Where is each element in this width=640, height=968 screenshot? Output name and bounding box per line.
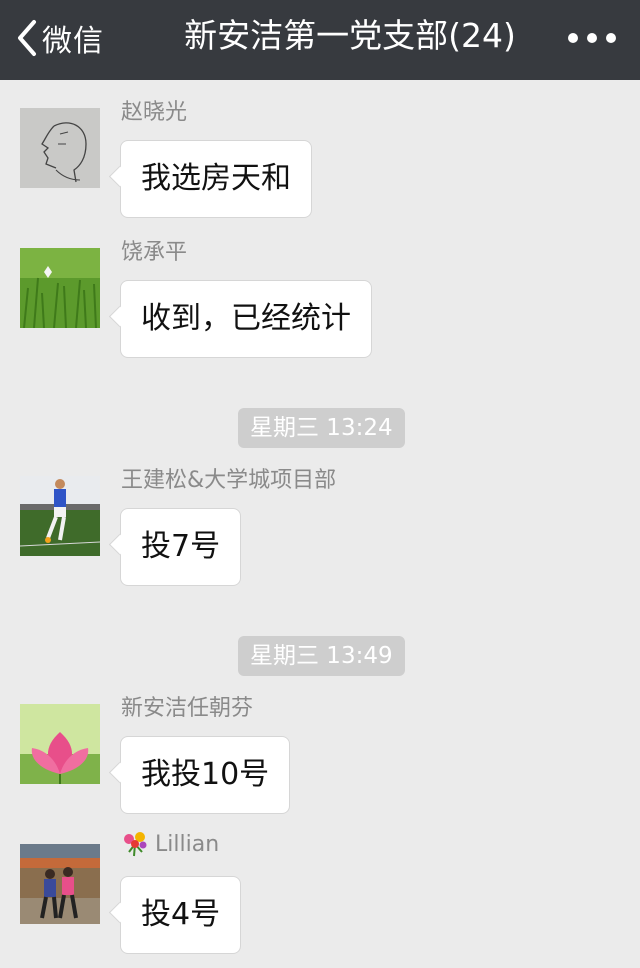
back-label: 微信: [42, 24, 104, 59]
sender-name-text: 王建松&大学城项目部: [121, 468, 337, 493]
avatar[interactable]: [20, 476, 100, 556]
sender-name: 王建松&大学城项目部: [121, 462, 336, 494]
back-button[interactable]: 微信: [14, 16, 104, 60]
avatar[interactable]: [20, 248, 100, 328]
more-dots-icon: [606, 33, 616, 43]
avatar[interactable]: [20, 108, 100, 188]
message-bubble[interactable]: 我选房天和: [120, 140, 312, 218]
avatar[interactable]: [20, 844, 100, 924]
sender-name-text: 新安洁任朝芬: [121, 696, 254, 721]
chevron-left-icon: [18, 20, 36, 56]
nav-bar: 微信 新安洁第一党支部(24): [0, 0, 640, 80]
more-button[interactable]: [568, 28, 616, 48]
sender-name: 饶承平: [121, 234, 187, 266]
sender-name: 新安洁任朝芬: [121, 690, 253, 722]
message-bubble[interactable]: 我投10号: [120, 736, 291, 814]
message-bubble[interactable]: 收到，已经统计: [120, 280, 372, 358]
sender-name-text: 赵晓光: [121, 100, 188, 125]
flower-emoji-icon: [124, 832, 147, 857]
chat-title: 新安洁第一党支部(24): [184, 16, 516, 55]
timestamp: 星期三 13:49: [238, 636, 405, 676]
sender-name-text: 饶承平: [121, 240, 188, 265]
avatar[interactable]: [20, 704, 100, 784]
message-bubble[interactable]: 投7号: [120, 508, 242, 586]
sender-name-text: Lillian: [155, 831, 220, 857]
sender-name: Lillian: [121, 830, 219, 858]
more-dots-icon: [587, 33, 597, 43]
sender-name: 赵晓光: [121, 94, 187, 126]
more-dots-icon: [568, 33, 578, 43]
timestamp: 星期三 13:24: [238, 408, 405, 448]
message-bubble[interactable]: 投4号: [120, 876, 242, 954]
